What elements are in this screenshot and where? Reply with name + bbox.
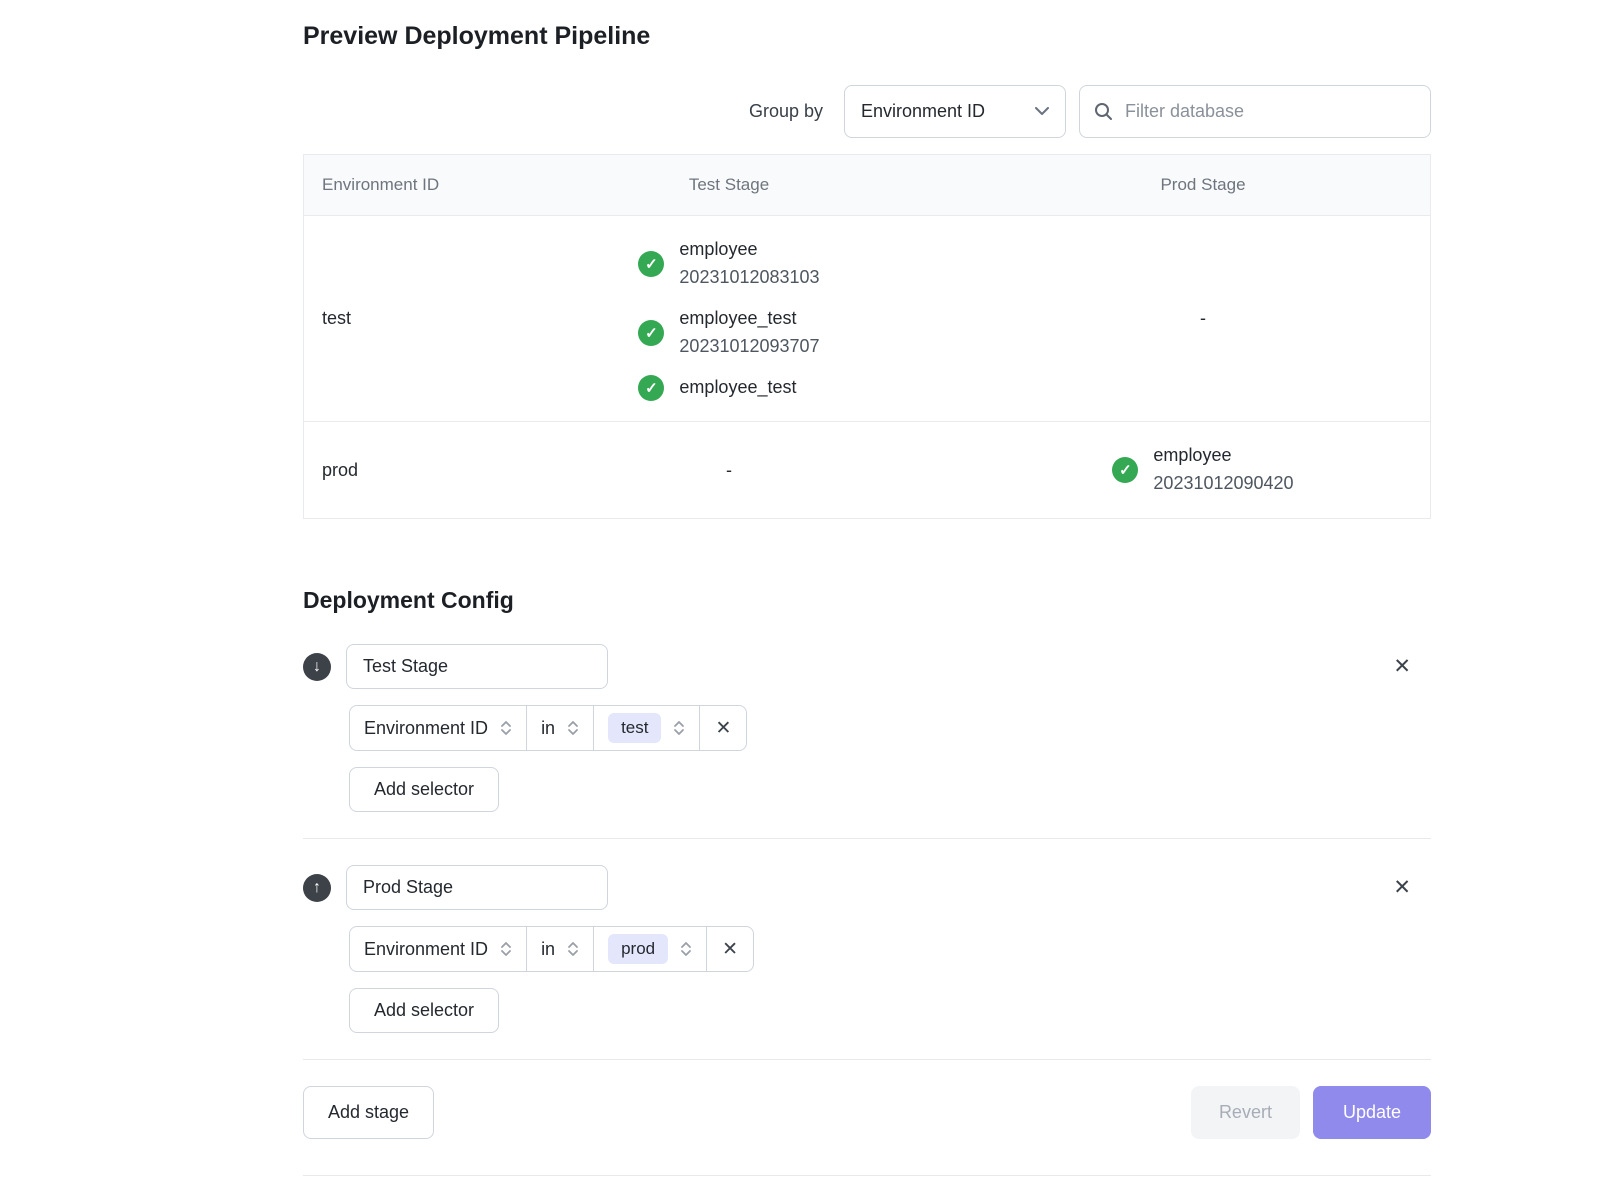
selector-group: Environment ID in test xyxy=(349,705,747,751)
deployment-item[interactable]: ✓ employee_test 20231012093707 xyxy=(638,305,819,361)
group-by-label: Group by xyxy=(749,101,823,122)
column-header-prod-stage: Prod Stage xyxy=(974,155,1432,215)
page-container: Preview Deployment Pipeline Group by Env… xyxy=(303,0,1431,1176)
database-name: employee_test xyxy=(679,305,819,333)
remove-selector-button[interactable]: ✕ xyxy=(706,927,753,971)
updown-icon xyxy=(500,941,512,957)
schema-version: 20231012083103 xyxy=(679,264,819,292)
updown-icon xyxy=(680,941,692,957)
page-title: Preview Deployment Pipeline xyxy=(303,22,1431,51)
stage-divider xyxy=(303,838,1431,839)
update-button[interactable]: Update xyxy=(1313,1086,1431,1139)
table-header-row: Environment ID Test Stage Prod Stage xyxy=(304,155,1430,215)
filter-database-input[interactable] xyxy=(1123,100,1416,123)
search-icon xyxy=(1094,102,1113,121)
remove-selector-button[interactable]: ✕ xyxy=(699,706,746,750)
add-stage-button[interactable]: Add stage xyxy=(303,1086,434,1139)
selector-row: Environment ID in test xyxy=(349,705,1431,751)
deployment-config-title: Deployment Config xyxy=(303,587,1431,614)
selector-key-select[interactable]: Environment ID xyxy=(350,927,526,971)
stage-name-input[interactable] xyxy=(346,865,608,910)
environment-id-cell: test xyxy=(304,288,484,349)
selector-value-badge: prod xyxy=(608,934,668,964)
check-icon: ✓ xyxy=(638,251,664,277)
table-row: prod - ✓ employee 20231012090420 xyxy=(304,421,1430,518)
schema-version: 20231012090420 xyxy=(1153,470,1293,498)
check-icon: ✓ xyxy=(638,375,664,401)
selector-value-select[interactable]: test xyxy=(593,706,699,750)
deployment-item[interactable]: ✓ employee 20231012090420 xyxy=(1112,442,1293,498)
table-row: test ✓ employee 20231012083103 ✓ employe… xyxy=(304,215,1430,421)
check-icon: ✓ xyxy=(638,320,664,346)
schema-version: 20231012093707 xyxy=(679,333,819,361)
selector-value-badge: test xyxy=(608,713,661,743)
selector-key-value: Environment ID xyxy=(364,718,488,739)
group-by-dropdown[interactable]: Environment ID xyxy=(844,85,1066,138)
column-header-environment-id: Environment ID xyxy=(304,155,484,215)
stage-block-prod: ↑ ✕ Environment ID in pro xyxy=(303,865,1431,1033)
selector-value-select[interactable]: prod xyxy=(593,927,706,971)
selector-group: Environment ID in prod xyxy=(349,926,754,972)
filter-database-box xyxy=(1079,85,1431,138)
selector-operator-select[interactable]: in xyxy=(526,706,593,750)
bottom-actions-row: Add stage Revert Update xyxy=(303,1086,1431,1139)
selector-operator-value: in xyxy=(541,939,555,960)
selector-key-select[interactable]: Environment ID xyxy=(350,706,526,750)
footer-divider xyxy=(303,1175,1431,1176)
column-header-test-stage: Test Stage xyxy=(484,155,974,215)
database-name: employee_test xyxy=(679,374,796,402)
check-icon: ✓ xyxy=(1112,457,1138,483)
updown-icon xyxy=(673,720,685,736)
pipeline-toolbar: Group by Environment ID xyxy=(303,85,1431,138)
add-selector-button[interactable]: Add selector xyxy=(349,767,499,812)
prod-stage-cell: ✓ employee 20231012090420 xyxy=(974,422,1432,518)
updown-icon xyxy=(567,720,579,736)
stage-header: ↑ ✕ xyxy=(303,865,1431,910)
prod-stage-cell: - xyxy=(974,288,1432,349)
selector-operator-value: in xyxy=(541,718,555,739)
selector-row: Environment ID in prod xyxy=(349,926,1431,972)
revert-button[interactable]: Revert xyxy=(1191,1086,1300,1139)
remove-stage-button[interactable]: ✕ xyxy=(1389,652,1415,681)
selector-key-value: Environment ID xyxy=(364,939,488,960)
remove-stage-button[interactable]: ✕ xyxy=(1389,873,1415,902)
stage-name-input[interactable] xyxy=(346,644,608,689)
arrow-down-circle-icon: ↓ xyxy=(303,653,331,681)
stage-header: ↓ ✕ xyxy=(303,644,1431,689)
database-name: employee xyxy=(679,236,819,264)
updown-icon xyxy=(567,941,579,957)
selector-operator-select[interactable]: in xyxy=(526,927,593,971)
deployment-item[interactable]: ✓ employee 20231012083103 xyxy=(638,236,819,292)
add-selector-button[interactable]: Add selector xyxy=(349,988,499,1033)
deployment-item[interactable]: ✓ employee_test xyxy=(638,374,796,402)
test-stage-cell: ✓ employee 20231012083103 ✓ employee_tes… xyxy=(484,216,974,421)
database-name: employee xyxy=(1153,442,1293,470)
environment-id-cell: prod xyxy=(304,440,484,501)
arrow-up-circle-icon: ↑ xyxy=(303,874,331,902)
group-by-value: Environment ID xyxy=(861,101,985,122)
pipeline-table: Environment ID Test Stage Prod Stage tes… xyxy=(303,154,1431,519)
stage-block-test: ↓ ✕ Environment ID in tes xyxy=(303,644,1431,812)
updown-icon xyxy=(500,720,512,736)
stage-divider xyxy=(303,1059,1431,1060)
test-stage-cell: - xyxy=(484,440,974,501)
chevron-down-icon xyxy=(1035,107,1049,116)
